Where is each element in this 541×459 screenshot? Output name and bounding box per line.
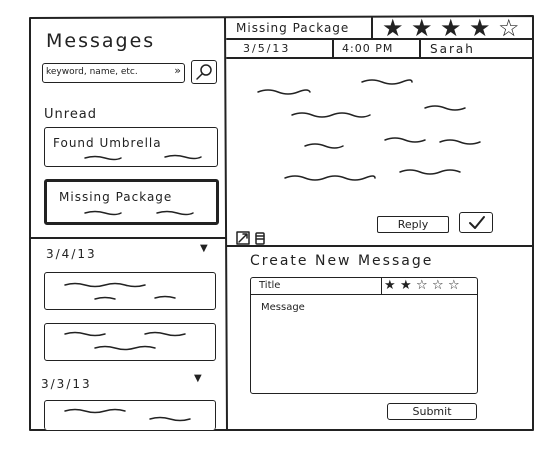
message-placeholder: Message bbox=[261, 302, 305, 313]
unread-item-found-umbrella[interactable]: Found Umbrella bbox=[44, 127, 218, 167]
search-icon bbox=[196, 64, 212, 80]
confirm-button[interactable] bbox=[459, 212, 493, 233]
message-rating[interactable]: ★ ★ ★ ★ ☆ bbox=[382, 16, 532, 40]
sidebar-title: Messages bbox=[46, 30, 156, 52]
expand-arrow-icon[interactable] bbox=[236, 231, 250, 245]
compose-form: Title ★ ★ ☆ ☆ ☆ Message bbox=[250, 277, 478, 394]
star-empty-icon[interactable]: ☆ bbox=[432, 279, 444, 292]
star-filled-icon[interactable]: ★ bbox=[469, 16, 491, 40]
unread-item-missing-package[interactable]: Missing Package bbox=[44, 179, 219, 225]
group-date-3-4-13: 3/4/13 bbox=[46, 247, 97, 261]
submit-button-label: Submit bbox=[412, 405, 452, 418]
triangle-down-icon[interactable]: ▼ bbox=[194, 373, 202, 384]
trash-can-icon[interactable] bbox=[254, 231, 266, 245]
preview-scribble bbox=[84, 154, 202, 161]
message-body-field[interactable]: Message bbox=[251, 296, 475, 391]
group-date-3-3-13: 3/3/13 bbox=[41, 377, 92, 391]
title-placeholder: Title bbox=[259, 280, 281, 291]
message-date: 3/5/13 bbox=[243, 42, 291, 55]
chevron-down-icon[interactable]: » bbox=[174, 65, 181, 76]
search-input[interactable]: keyword, name, etc. » bbox=[42, 63, 185, 83]
preview-scribble bbox=[84, 210, 194, 216]
reply-button[interactable]: Reply bbox=[377, 216, 449, 233]
preview-scribble bbox=[64, 331, 186, 351]
message-title: Missing Package bbox=[236, 21, 350, 35]
title-field[interactable]: Title bbox=[251, 278, 382, 295]
search-input-value: keyword, name, etc. bbox=[46, 67, 138, 77]
checkmark-icon bbox=[469, 216, 485, 229]
message-sender: Sarah bbox=[430, 42, 475, 56]
star-empty-icon[interactable]: ☆ bbox=[448, 279, 460, 292]
star-filled-icon[interactable]: ★ bbox=[384, 279, 396, 292]
star-filled-icon[interactable]: ★ bbox=[382, 16, 404, 40]
star-empty-icon[interactable]: ☆ bbox=[498, 16, 520, 40]
compose-rating[interactable]: ★ ★ ☆ ☆ ☆ bbox=[384, 278, 474, 294]
compose-heading: Create New Message bbox=[250, 253, 434, 269]
list-item[interactable] bbox=[44, 323, 216, 361]
star-filled-icon[interactable]: ★ bbox=[400, 279, 412, 292]
triangle-down-icon[interactable]: ▼ bbox=[200, 243, 208, 254]
message-time: 4:00 PM bbox=[342, 42, 394, 55]
list-item[interactable] bbox=[44, 272, 216, 310]
star-filled-icon[interactable]: ★ bbox=[440, 16, 462, 40]
list-item[interactable] bbox=[44, 400, 216, 430]
unread-heading: Unread bbox=[44, 107, 98, 122]
reply-button-label: Reply bbox=[397, 218, 429, 231]
star-filled-icon[interactable]: ★ bbox=[411, 16, 433, 40]
preview-scribble bbox=[64, 408, 191, 422]
star-empty-icon[interactable]: ☆ bbox=[416, 279, 428, 292]
submit-button[interactable]: Submit bbox=[387, 403, 477, 420]
preview-scribble bbox=[64, 282, 176, 300]
search-button[interactable] bbox=[191, 60, 217, 84]
